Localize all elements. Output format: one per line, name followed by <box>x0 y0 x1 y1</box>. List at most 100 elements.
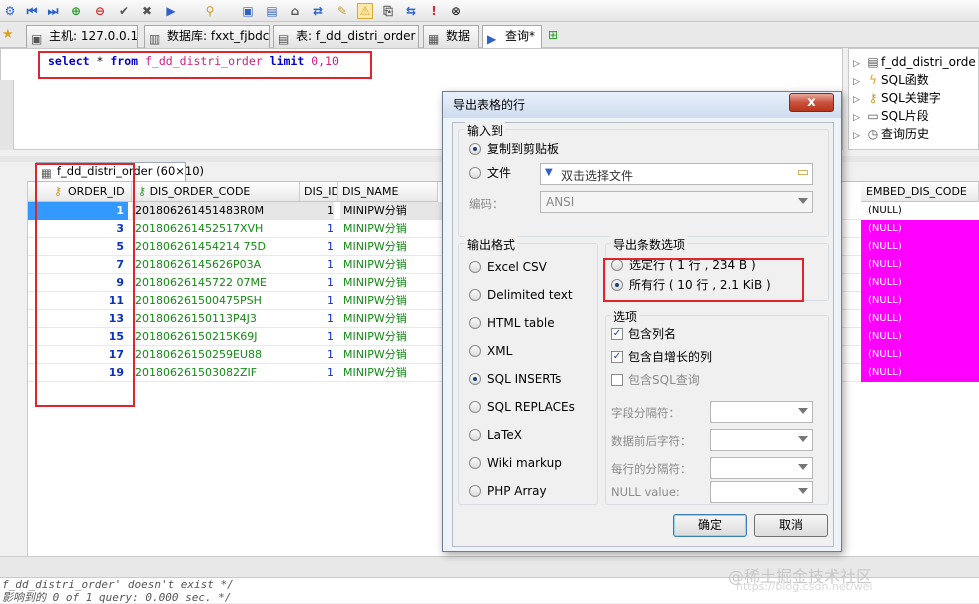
row-separator-select[interactable] <box>710 457 813 479</box>
dis-id-cell[interactable]: 1 <box>300 292 334 310</box>
star-icon[interactable]: ★ <box>2 27 14 42</box>
first-icon[interactable]: ⏮ <box>24 3 40 19</box>
dis-name-cell[interactable]: MINIPW分销 <box>340 256 450 274</box>
grid-icon: ▦ <box>428 32 440 46</box>
tree-item-snippets[interactable]: ▷ ▭ SQL片段 <box>853 107 929 125</box>
dis-id-cell[interactable]: 1 <box>300 310 334 328</box>
format-radio[interactable]: PHP Array <box>469 483 547 499</box>
dis-name-cell[interactable]: MINIPW分销 <box>340 328 450 346</box>
row-options-highlight-box <box>603 258 804 302</box>
dis-name-cell[interactable]: MINIPW分销 <box>340 292 450 310</box>
embed-code-cell[interactable]: (NULL) <box>861 202 979 220</box>
dis-id-cell[interactable]: 1 <box>300 274 334 292</box>
format-radio[interactable]: Delimited text <box>469 287 573 303</box>
dis-name-cell[interactable]: MINIPW分销 <box>340 202 450 220</box>
transfer-icon[interactable]: ⇄ <box>310 3 326 19</box>
import-icon[interactable]: ⇆ <box>403 3 419 19</box>
dialog-close-button[interactable]: x <box>789 93 834 112</box>
layout-icon[interactable]: ▤ <box>264 3 280 19</box>
column-header-dis-name[interactable]: DIS_NAME <box>338 182 438 202</box>
include-autoinc-checkbox[interactable]: ✓ 包含自增长的列 <box>611 349 712 365</box>
clipboard-radio[interactable]: 复制到剪贴板 <box>469 141 559 157</box>
cancel-button[interactable]: 取消 <box>754 514 828 537</box>
embed-code-cell[interactable]: (NULL) <box>861 328 979 346</box>
tree-item-label: SQL片段 <box>881 109 929 123</box>
export-icon[interactable]: ⎘ <box>380 3 396 19</box>
add-icon[interactable]: ⊕ <box>68 3 84 19</box>
dis-id-cell[interactable]: 1 <box>300 328 334 346</box>
format-radio[interactable]: Wiki markup <box>469 455 562 471</box>
left-gutter <box>0 181 28 556</box>
embed-code-cell[interactable]: (NULL) <box>861 238 979 256</box>
column-header-dis-id[interactable]: DIS_ID <box>300 182 338 202</box>
dis-id-cell[interactable]: 1 <box>300 202 334 220</box>
file-radio[interactable]: 文件 <box>469 165 511 181</box>
dis-name-cell[interactable]: MINIPW分销 <box>340 274 450 292</box>
stop-icon[interactable]: ! <box>426 3 442 19</box>
tree-item-functions[interactable]: ▷ ϟ SQL函数 <box>853 71 929 89</box>
connect-icon[interactable]: ⚙ <box>2 3 18 19</box>
field-enclose-select[interactable] <box>710 429 813 451</box>
cancel-icon[interactable]: ✖ <box>139 3 155 19</box>
play-icon: ▶ <box>487 32 497 46</box>
file-path-field[interactable]: ▼ 双击选择文件 ▭ <box>540 163 813 185</box>
tab-host[interactable]: ▣ 主机: 127.0.0.1 <box>26 25 138 48</box>
edit-icon[interactable]: ✎ <box>334 3 350 19</box>
embed-code-cell[interactable]: (NULL) <box>861 364 979 382</box>
dis-id-cell[interactable]: 1 <box>300 238 334 256</box>
chevron-down-icon <box>798 464 808 470</box>
dis-id-cell[interactable]: 1 <box>300 256 334 274</box>
check-icon[interactable]: ✔ <box>116 3 132 19</box>
dis-name-cell[interactable]: MINIPW分销 <box>340 310 450 328</box>
tab-database[interactable]: ▥ 数据库: fxxt_fjbdc <box>144 25 270 48</box>
tab-query[interactable]: ▶ 查询* <box>482 25 542 49</box>
key-icon: ⚷ <box>138 185 147 198</box>
new-query-icon[interactable]: ⊞ <box>548 28 558 42</box>
key-icon: ⚷ <box>868 91 878 105</box>
format-radio[interactable]: SQL INSERTs <box>469 371 561 387</box>
dis-name-cell[interactable]: MINIPW分销 <box>340 364 450 382</box>
close-icon[interactable]: ⊗ <box>448 3 464 19</box>
dis-id-cell[interactable]: 1 <box>300 364 334 382</box>
tree-item-table[interactable]: ▷ ▤ f_dd_distri_orde <box>853 53 976 71</box>
column-header-order-code[interactable]: ⚷ DIS_ORDER_CODE <box>132 182 300 202</box>
save-icon[interactable]: ▣ <box>240 3 256 19</box>
include-columns-checkbox[interactable]: ✓ 包含列名 <box>611 326 676 342</box>
print-icon[interactable]: ⌂ <box>287 3 303 19</box>
tree-item-keywords[interactable]: ▷ ⚷ SQL关键字 <box>853 89 941 107</box>
dis-name-cell[interactable]: MINIPW分销 <box>340 346 450 364</box>
dis-name-cell[interactable]: MINIPW分销 <box>340 220 450 238</box>
tab-table[interactable]: ▤ 表: f_dd_distri_order <box>273 25 419 48</box>
encoding-select[interactable]: ANSI <box>540 191 813 213</box>
embed-code-cell[interactable]: (NULL) <box>861 346 979 364</box>
dialog-title: 导出表格的行 <box>443 92 841 118</box>
delete-icon[interactable]: ⊖ <box>92 3 108 19</box>
folder-icon[interactable]: ▭ <box>797 165 809 180</box>
tree-item-history[interactable]: ▷ ◷ 查询历史 <box>853 125 929 143</box>
dis-name-cell[interactable]: MINIPW分销 <box>340 238 450 256</box>
format-radio[interactable]: LaTeX <box>469 427 522 443</box>
null-value-select[interactable] <box>710 481 813 503</box>
ok-button[interactable]: 确定 <box>673 514 747 537</box>
embed-code-cell[interactable]: (NULL) <box>861 310 979 328</box>
embed-code-cell[interactable]: (NULL) <box>861 274 979 292</box>
format-radio[interactable]: SQL REPLACEs <box>469 399 575 415</box>
dis-id-cell[interactable]: 1 <box>300 220 334 238</box>
embed-code-cell[interactable]: (NULL) <box>861 256 979 274</box>
editor-scrollbar[interactable] <box>0 80 14 150</box>
dis-id-cell[interactable]: 1 <box>300 346 334 364</box>
format-radio[interactable]: Excel CSV <box>469 259 547 275</box>
embed-code-cell[interactable]: (NULL) <box>861 292 979 310</box>
include-sql-checkbox[interactable]: 包含SQL查询 <box>611 372 700 388</box>
wizard-icon[interactable]: ⚲ <box>202 3 218 19</box>
database-icon: ▥ <box>149 32 161 46</box>
column-header-embed-code[interactable]: EMBED_DIS_CODE <box>861 182 979 202</box>
field-separator-select[interactable] <box>710 401 813 423</box>
format-radio[interactable]: XML <box>469 343 512 359</box>
run-icon[interactable]: ▶ <box>163 3 179 19</box>
last-icon[interactable]: ⏭ <box>45 3 61 19</box>
embed-code-cell[interactable]: (NULL) <box>861 220 979 238</box>
format-radio[interactable]: HTML table <box>469 315 555 331</box>
warning-icon[interactable]: ⚠ <box>357 3 373 19</box>
tab-data[interactable]: ▦ 数据 <box>423 25 479 48</box>
